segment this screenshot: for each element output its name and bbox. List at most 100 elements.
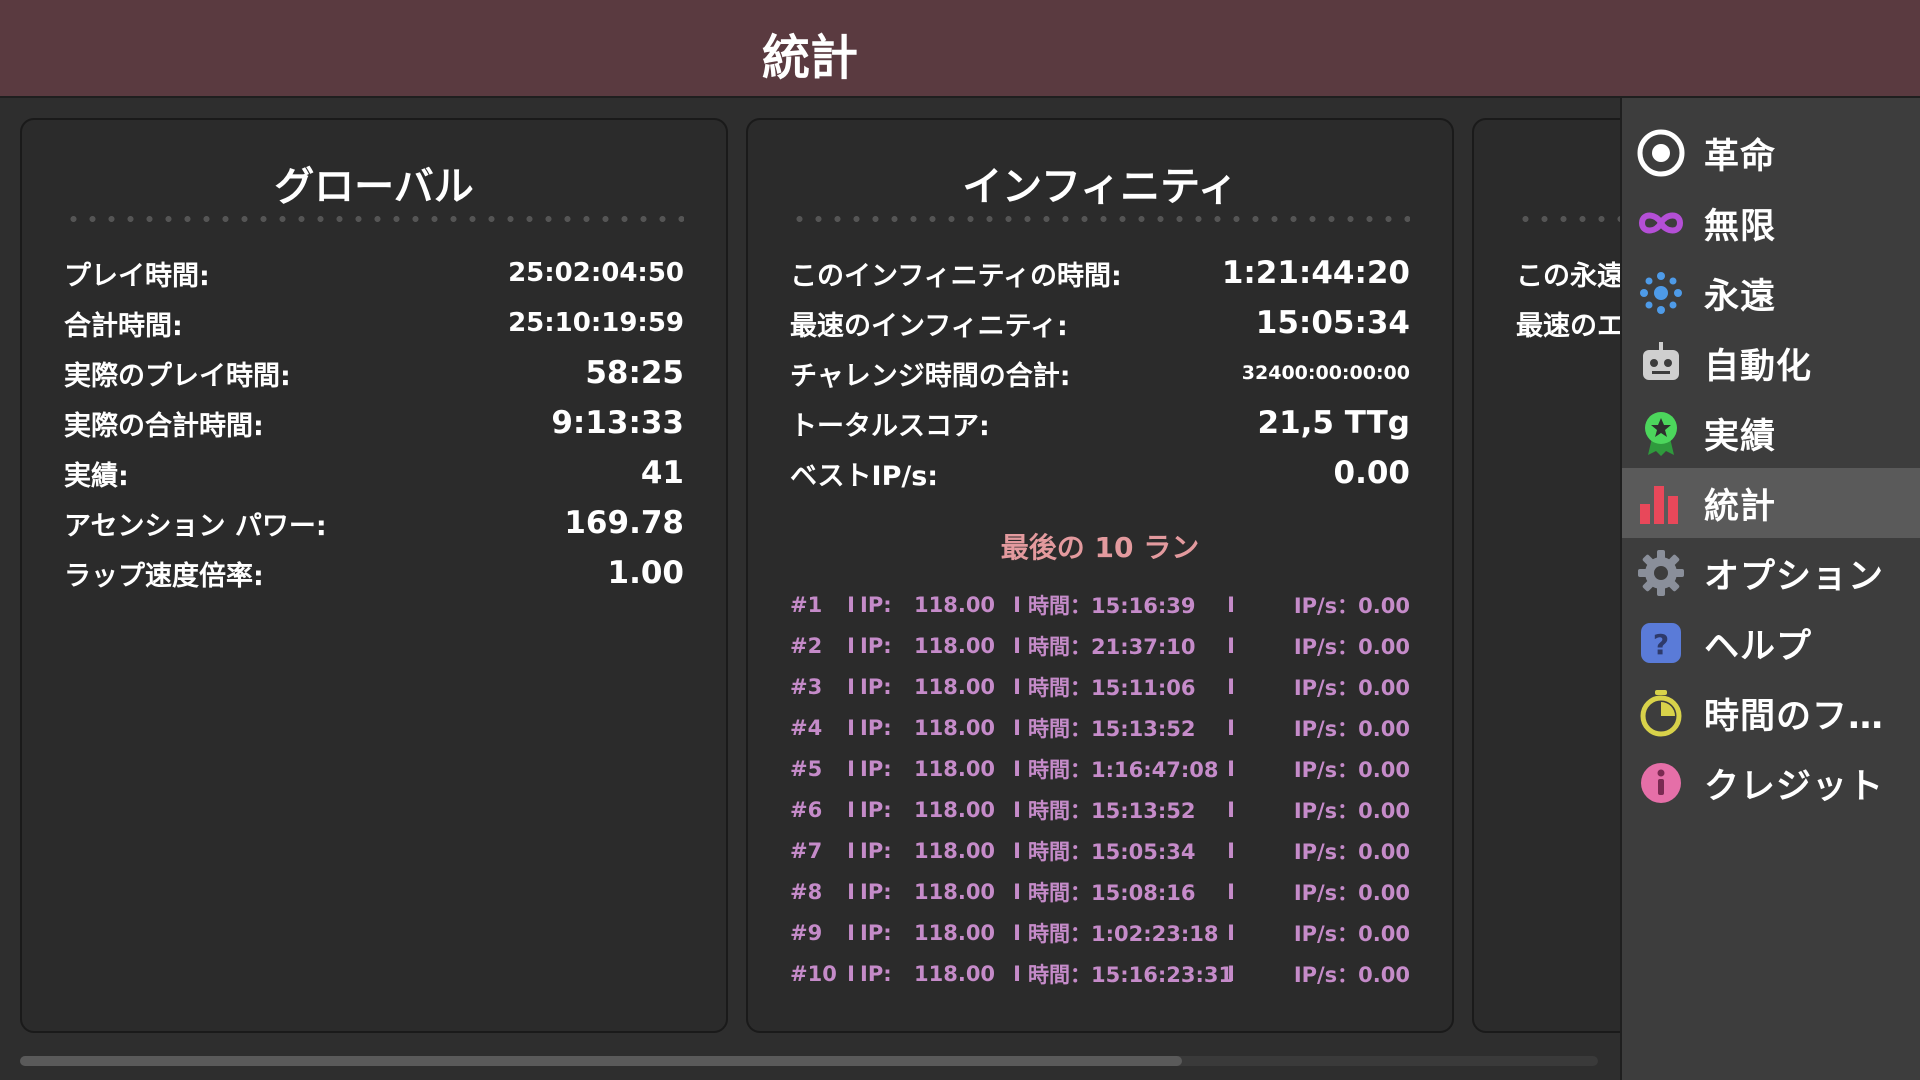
stat-label: 最速のエ	[1516, 310, 1620, 342]
run-ip: 118.00	[914, 961, 996, 986]
run-row: #9 I IP: 118.00 I 時間：1:02:23:18 I IP/s：0…	[790, 912, 1410, 953]
stat-row: 合計時間: 25:10:19:59	[64, 298, 684, 348]
stat-value: 21,5 TTg	[1257, 405, 1410, 441]
run-row: #6 I IP: 118.00 I 時間：15:13:52 I IP/s：0.0…	[790, 789, 1410, 830]
run-number: #1	[790, 592, 823, 617]
stat-value: 25:02:04:50	[508, 258, 684, 288]
stat-value: 25:10:19:59	[508, 308, 684, 338]
run-row: #5 I IP: 118.00 I 時間：1:16:47:08 I IP/s：0…	[790, 748, 1410, 789]
stat-value: 32400:00:00:00	[1241, 362, 1410, 384]
run-ips: IP/s：0.00	[1293, 921, 1410, 946]
run-ip: 118.00	[914, 633, 996, 658]
sidebar-item-eternity[interactable]: 永遠	[1622, 258, 1920, 328]
run-separator: I	[1013, 879, 1021, 904]
run-ips: IP/s：0.00	[1293, 839, 1410, 864]
run-separator: I	[847, 797, 855, 822]
medal-icon	[1636, 408, 1686, 458]
sidebar-item-label: ヘルプ	[1704, 626, 1813, 667]
help-icon: ?	[1636, 618, 1686, 668]
stat-value: 9:13:33	[551, 405, 684, 441]
run-row: #4 I IP: 118.00 I 時間：15:13:52 I IP/s：0.0…	[790, 707, 1410, 748]
run-number: #8	[790, 879, 823, 904]
target-icon	[1636, 128, 1686, 178]
stat-row: 最速のインフィニティ: 15:05:34	[790, 298, 1410, 348]
run-ip-label: IP:	[860, 879, 892, 904]
page-title: 統計	[761, 30, 858, 86]
run-ips: IP/s：0.00	[1293, 962, 1410, 987]
run-separator: I	[847, 879, 855, 904]
last-runs-title: 最後の 10 ラン	[1000, 531, 1200, 564]
sidebar-item-time-flow[interactable]: 時間のフ…	[1622, 678, 1920, 748]
stat-label: 合計時間:	[64, 310, 183, 342]
infinity-stats: このインフィニティの時間: 1:21:44:20 最速のインフィニティ: 15:…	[790, 248, 1410, 498]
stat-label: このインフィニティの時間:	[790, 260, 1122, 292]
run-time: 時間：15:13:52	[1028, 798, 1196, 823]
run-separator: I	[1013, 920, 1021, 945]
stat-value: 58:25	[585, 355, 684, 391]
horizontal-scrollbar[interactable]	[20, 1056, 1598, 1066]
sidebar-item-label: オプション	[1704, 556, 1885, 597]
run-time: 時間：21:37:10	[1028, 634, 1196, 659]
scrollbar-thumb[interactable]	[20, 1056, 1182, 1066]
run-separator: I	[1227, 715, 1235, 740]
sidebar-item-statistics[interactable]: 統計	[1622, 468, 1920, 538]
run-ip-label: IP:	[860, 715, 892, 740]
run-separator: I	[847, 592, 855, 617]
svg-text:?: ?	[1653, 628, 1669, 661]
sidebar-item-help[interactable]: ? ヘルプ	[1622, 608, 1920, 678]
run-ip: 118.00	[914, 756, 996, 781]
run-separator: I	[1013, 797, 1021, 822]
stat-row: チャレンジ時間の合計: 32400:00:00:00	[790, 348, 1410, 398]
sidebar-item-label: 統計	[1704, 486, 1777, 527]
run-ip-label: IP:	[860, 592, 892, 617]
sidebar-item-options[interactable]: オプション	[1622, 538, 1920, 608]
sidebar-item-label: 時間のフ…	[1704, 696, 1885, 737]
run-ip: 118.00	[914, 715, 996, 740]
stat-row: 実際の合計時間: 9:13:33	[64, 398, 684, 448]
run-time: 時間：15:16:23:31	[1028, 962, 1234, 987]
stat-label: 実際の合計時間:	[64, 410, 264, 442]
sidebar-item-revolution[interactable]: 革命	[1622, 118, 1920, 188]
run-separator: I	[1013, 674, 1021, 699]
run-separator: I	[1227, 797, 1235, 822]
run-separator: I	[847, 838, 855, 863]
run-ip-label: IP:	[860, 633, 892, 658]
run-number: #7	[790, 838, 823, 863]
stat-row: 実績: 41	[64, 448, 684, 498]
stat-label: ラップ速度倍率:	[64, 560, 264, 592]
run-ips: IP/s：0.00	[1293, 757, 1410, 782]
sidebar-item-infinity[interactable]: 無限	[1622, 188, 1920, 258]
run-separator: I	[1013, 715, 1021, 740]
stat-row: トータルスコア: 21,5 TTg	[790, 398, 1410, 448]
info-icon	[1636, 758, 1686, 808]
header: 統計	[0, 0, 1920, 98]
run-ip-label: IP:	[860, 961, 892, 986]
run-ip: 118.00	[914, 797, 996, 822]
robot-icon	[1636, 338, 1686, 388]
sidebar-item-automation[interactable]: 自動化	[1622, 328, 1920, 398]
run-ip: 118.00	[914, 920, 996, 945]
infinity-icon	[1636, 198, 1686, 248]
global-stats: プレイ時間: 25:02:04:50 合計時間: 25:10:19:59 実際の…	[64, 248, 684, 598]
run-row: #8 I IP: 118.00 I 時間：15:08:16 I IP/s：0.0…	[790, 871, 1410, 912]
infinity-panel: インフィニティ このインフィニティの時間: 1:21:44:20 最速のインフィ…	[746, 118, 1454, 1033]
divider	[64, 216, 684, 222]
run-separator: I	[1013, 633, 1021, 658]
stat-label: 実際のプレイ時間:	[64, 360, 291, 392]
stat-value: 1:21:44:20	[1221, 255, 1410, 291]
run-time: 時間：15:11:06	[1028, 675, 1196, 700]
sidebar-item-achievements[interactable]: 実績	[1622, 398, 1920, 468]
run-separator: I	[1227, 674, 1235, 699]
run-separator: I	[847, 961, 855, 986]
run-row: #10 I IP: 118.00 I 時間：15:16:23:31 I IP/s…	[790, 953, 1410, 994]
run-separator: I	[1013, 592, 1021, 617]
run-row: #1 I IP: 118.00 I 時間：15:16:39 I IP/s：0.0…	[790, 584, 1410, 625]
run-number: #2	[790, 633, 823, 658]
run-ip-label: IP:	[860, 756, 892, 781]
sidebar-item-credits[interactable]: クレジット	[1622, 748, 1920, 818]
sidebar-item-label: クレジット	[1704, 766, 1885, 807]
run-ips: IP/s：0.00	[1293, 880, 1410, 905]
run-separator: I	[847, 756, 855, 781]
run-separator: I	[1227, 920, 1235, 945]
run-row: #3 I IP: 118.00 I 時間：15:11:06 I IP/s：0.0…	[790, 666, 1410, 707]
